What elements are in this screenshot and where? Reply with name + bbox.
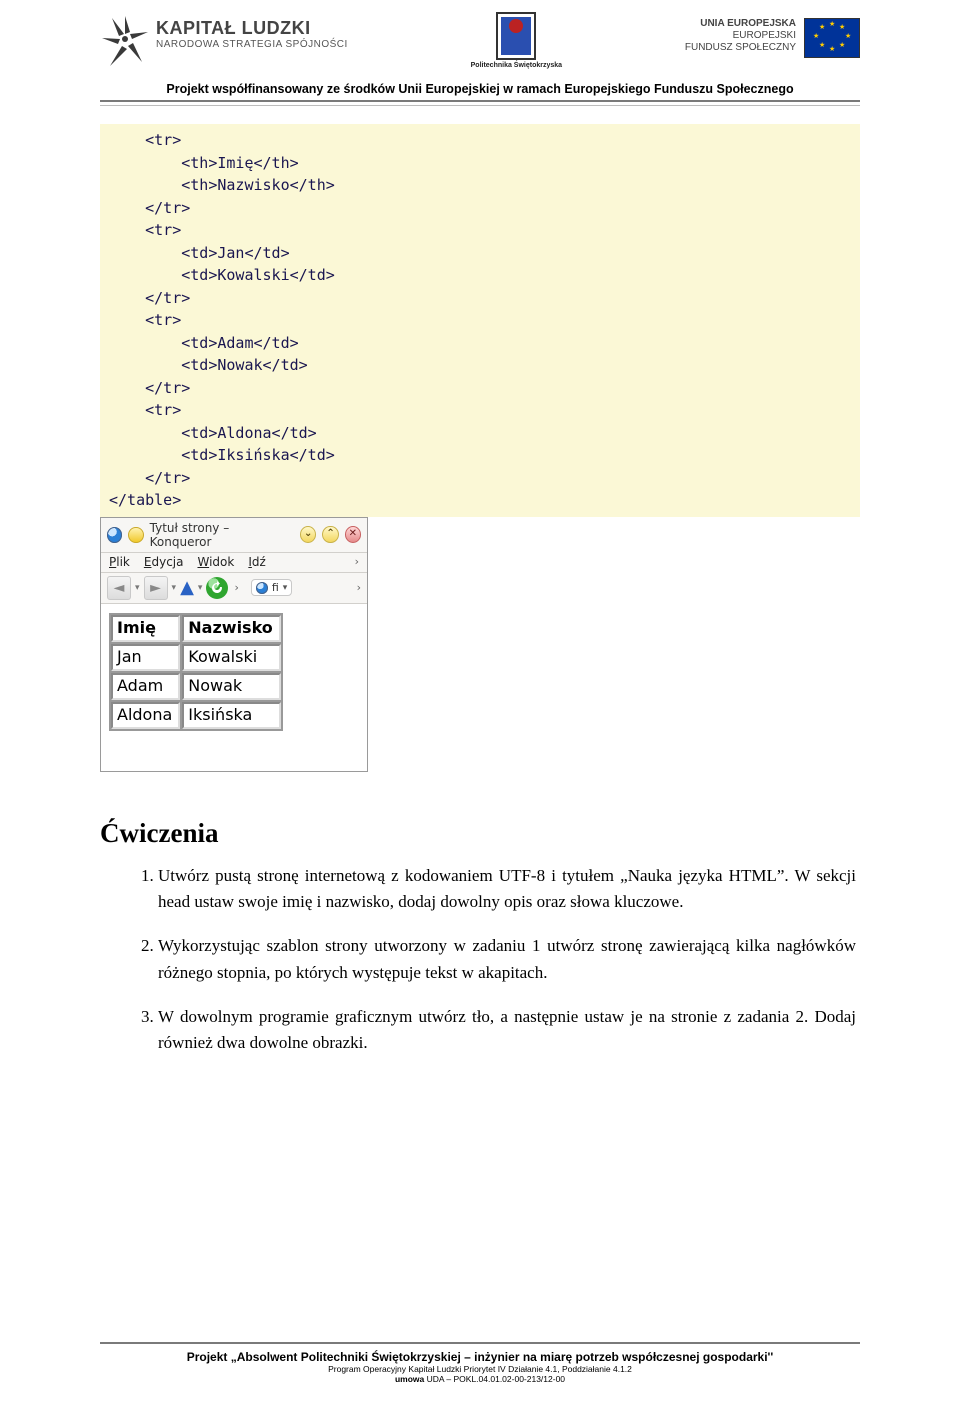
- ps-label: Politechnika Świętokrzyska: [471, 62, 562, 69]
- browser-titlebar: Tytuł strony – Konqueror ⌄ ⌃ ✕: [101, 518, 367, 553]
- close-button[interactable]: ✕: [345, 526, 361, 543]
- section-heading: Ćwiczenia: [100, 818, 860, 849]
- table-header-nazwisko: Nazwisko: [182, 615, 281, 642]
- cell-imie: Adam: [111, 673, 180, 700]
- tab-globe-icon: [256, 582, 268, 594]
- ue-line2: EUROPEJSKI: [685, 30, 796, 42]
- back-dropdown[interactable]: ▾: [135, 577, 140, 599]
- up-dropdown[interactable]: ▾: [198, 577, 203, 599]
- menu-view[interactable]: Widok: [197, 555, 234, 569]
- eu-flag-icon: ★ ★ ★ ★ ★ ★ ★ ★: [804, 18, 860, 58]
- menubar-chevron-icon[interactable]: ›: [355, 555, 359, 569]
- browser-menubar: Plik Edycja Widok Idź ›: [101, 553, 367, 573]
- table-header-row: Imię Nazwisko: [111, 615, 281, 642]
- minimize-button[interactable]: ⌄: [300, 526, 316, 543]
- browser-toolbar: ◄ ▾ ► ▾ ▲ ▾ › fi ▾ ›: [101, 573, 367, 604]
- toolbar-chevron-icon[interactable]: ›: [234, 581, 238, 594]
- back-button[interactable]: ◄: [107, 576, 131, 600]
- cell-nazwisko: Nowak: [182, 673, 281, 700]
- cell-imie: Aldona: [111, 702, 180, 729]
- ue-line1: UNIA EUROPEJSKA: [685, 18, 796, 30]
- page-header: KAPITAŁ LUDZKI NARODOWA STRATEGIA SPÓJNO…: [0, 0, 960, 70]
- exercise-item-2: Wykorzystując szablon strony utworzony w…: [158, 933, 860, 986]
- forward-dropdown[interactable]: ▾: [172, 577, 177, 599]
- kl-title: KAPITAŁ LUDZKI: [156, 18, 348, 39]
- up-button[interactable]: ▲: [180, 577, 194, 599]
- table-row: Aldona Iksińska: [111, 702, 281, 729]
- kl-subtitle: NARODOWA STRATEGIA SPÓJNOŚCI: [156, 39, 348, 50]
- footer-project-title: Projekt „Absolwent Politechniki Świętokr…: [0, 1350, 960, 1364]
- reload-button[interactable]: [206, 577, 228, 599]
- tab-dropdown-icon[interactable]: ▾: [283, 583, 288, 593]
- tab-label: fi: [272, 581, 279, 594]
- table-row: Jan Kowalski: [111, 644, 281, 671]
- cell-nazwisko: Iksińska: [182, 702, 281, 729]
- exercise-list: Utwórz pustą stronę internetową z kodowa…: [100, 863, 860, 1057]
- reload-icon: [210, 581, 224, 595]
- ue-line3: FUNDUSZ SPOŁECZNY: [685, 42, 796, 54]
- cell-imie: Jan: [111, 644, 180, 671]
- footer-divider: [100, 1342, 860, 1344]
- ps-shield-icon: [496, 12, 536, 60]
- forward-button[interactable]: ►: [144, 576, 168, 600]
- globe-icon: [107, 527, 122, 543]
- favicon-icon: [128, 527, 143, 543]
- cell-nazwisko: Kowalski: [182, 644, 281, 671]
- funding-statement: Projekt współfinansowany ze środków Unii…: [0, 82, 960, 96]
- toolbar-end-chevron-icon[interactable]: ›: [357, 581, 361, 594]
- exercise-item-1: Utwórz pustą stronę internetową z kodowa…: [158, 863, 860, 916]
- page-footer: Projekt „Absolwent Politechniki Świętokr…: [0, 1342, 960, 1384]
- pinwheel-icon: [100, 14, 150, 70]
- menu-file[interactable]: Plik: [109, 555, 130, 569]
- tab-strip[interactable]: fi ▾: [251, 579, 292, 596]
- menu-edit[interactable]: Edycja: [144, 555, 184, 569]
- table-row: Adam Nowak: [111, 673, 281, 700]
- maximize-button[interactable]: ⌃: [322, 526, 338, 543]
- eu-logo-block: UNIA EUROPEJSKA EUROPEJSKI FUNDUSZ SPOŁE…: [685, 18, 860, 58]
- window-title: Tytuł strony – Konqueror: [150, 521, 288, 549]
- browser-window: Tytuł strony – Konqueror ⌄ ⌃ ✕ Plik Edyc…: [100, 517, 368, 772]
- menu-go[interactable]: Idź: [248, 555, 265, 569]
- kapital-ludzki-logo: KAPITAŁ LUDZKI NARODOWA STRATEGIA SPÓJNO…: [100, 14, 348, 70]
- footer-program: Program Operacyjny Kapitał Ludzki Priory…: [0, 1364, 960, 1374]
- politechnika-logo: Politechnika Świętokrzyska: [471, 12, 562, 69]
- html-code-listing: <tr> <th>Imię</th> <th>Nazwisko</th> </t…: [100, 124, 860, 517]
- exercise-item-3: W dowolnym programie graficznym utwórz t…: [158, 1004, 860, 1057]
- browser-viewport: Imię Nazwisko Jan Kowalski Adam Nowak Al…: [101, 604, 367, 771]
- footer-contract: umowa UDA – POKL.04.01.02-00-213/12-00: [0, 1374, 960, 1384]
- table-header-imie: Imię: [111, 615, 180, 642]
- names-table: Imię Nazwisko Jan Kowalski Adam Nowak Al…: [109, 613, 283, 731]
